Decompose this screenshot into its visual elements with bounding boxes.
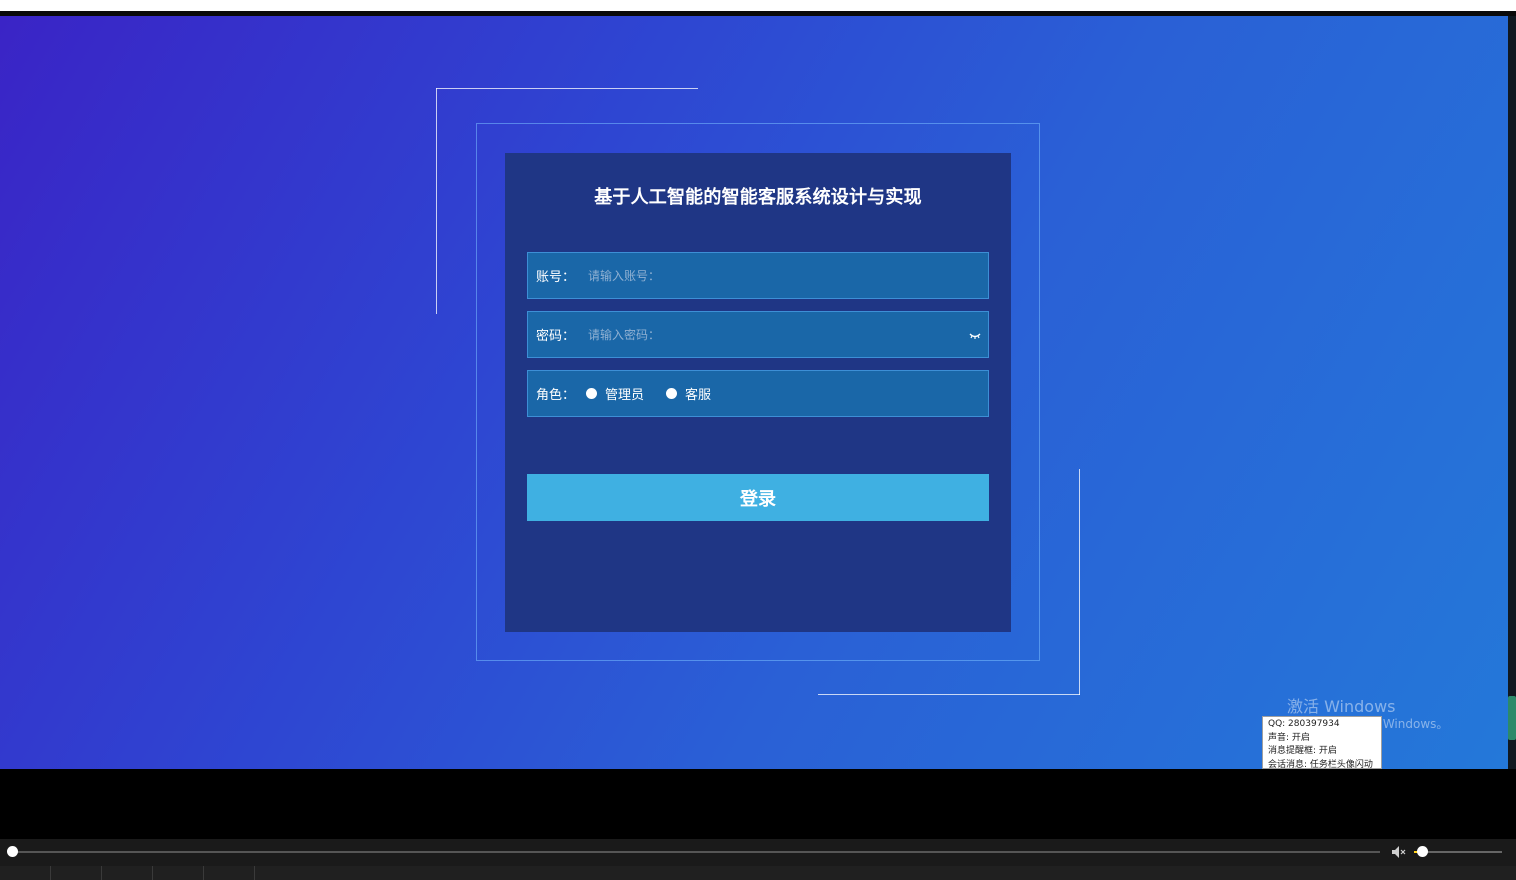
taskbar-slot[interactable] [51,866,102,880]
taskbar [0,866,1516,880]
qq-status-line: 会话消息: 任务栏头像闪动 [1268,759,1373,769]
right-edge-scroll-area [1508,16,1516,769]
corner-decoration-top-left-h [436,88,698,89]
corner-decoration-bottom-right-h [818,694,1080,695]
role-option-label: 管理员 [605,388,645,403]
page-title: 基于人工智能的智能客服系统设计与实现 [594,187,922,208]
qq-status-popup: QQ: 280397934 声音: 开启 消息提醒框: 开启 会话消息: 任务栏… [1262,716,1382,769]
volume-knob[interactable] [1417,846,1428,857]
video-player-controls [0,839,1516,866]
letterbox-area [0,769,1516,839]
windows-activation-title: 激活 Windows [1287,697,1396,716]
role-label: 角色： [536,388,576,403]
account-label: 账号： [536,270,576,285]
volume-icon[interactable] [1391,845,1407,859]
radio-circle-icon[interactable] [666,388,678,399]
account-field[interactable]: 账号： [527,252,989,299]
edge-handle[interactable] [1508,696,1516,740]
taskbar-slot[interactable] [204,866,255,880]
eye-icon[interactable] [968,328,982,342]
corner-decoration-bottom-right-v [1079,469,1080,695]
login-screen: 基于人工智能的智能客服系统设计与实现 账号： 密码： 角色： 管理员 [0,16,1508,769]
corner-decoration-top-left-v [436,88,437,314]
role-option-service[interactable]: 客服 [666,384,711,403]
taskbar-slot[interactable] [153,866,204,880]
qq-status-line: QQ: 280397934 [1268,719,1340,729]
qq-status-line: 消息提醒框: 开启 [1268,746,1337,756]
role-option-admin[interactable]: 管理员 [586,384,644,403]
account-input[interactable] [586,259,988,292]
password-label: 密码： [536,329,576,344]
radio-circle-icon[interactable] [586,388,597,399]
password-input[interactable] [586,318,968,351]
role-option-label: 客服 [685,388,712,403]
taskbar-slot[interactable] [102,866,153,880]
taskbar-slot[interactable] [0,866,51,880]
seek-track[interactable] [12,851,1380,853]
seek-knob[interactable] [7,846,18,857]
role-field: 角色： 管理员 客服 [527,370,989,417]
qq-status-line: 声音: 开启 [1268,732,1310,743]
role-radio-group: 管理员 客服 [586,384,733,403]
login-button[interactable]: 登录 [527,474,989,521]
top-bar [0,0,1516,11]
password-field[interactable]: 密码： [527,311,989,358]
login-panel: 基于人工智能的智能客服系统设计与实现 账号： 密码： 角色： 管理员 [505,153,1011,632]
